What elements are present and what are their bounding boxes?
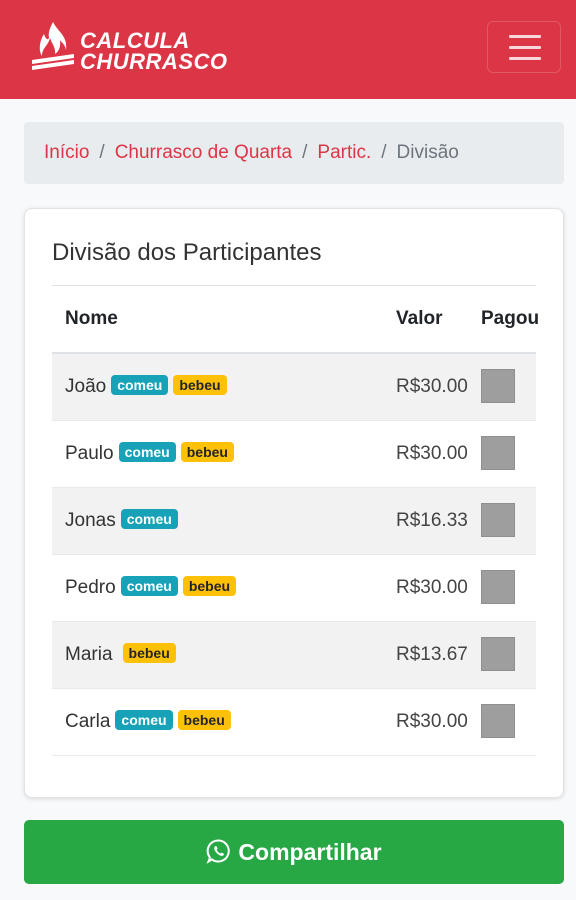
paid-checkbox[interactable] (481, 637, 515, 671)
participant-value: R$30.00 (396, 711, 468, 732)
share-button-label: Compartilhar (238, 839, 382, 865)
participant-cell: Jonas comeu (65, 488, 178, 554)
participant-cell: Carla comeu bebeu (65, 689, 231, 755)
navbar-toggler-button[interactable] (487, 21, 561, 73)
breadcrumb-link-participantes[interactable]: Partic. (317, 142, 371, 163)
badge-bebeu: bebeu (177, 709, 231, 730)
participant-value: R$13.67 (396, 644, 468, 665)
column-header-valor: Valor (396, 308, 443, 329)
participant-cell: João comeu bebeu (65, 354, 227, 420)
badge-comeu: comeu (115, 709, 173, 730)
share-button[interactable]: Compartilhar (24, 820, 564, 884)
participant-value: R$16.33 (396, 510, 468, 531)
participant-value: R$30.00 (396, 443, 468, 464)
breadcrumb-current: Divisão (396, 142, 459, 163)
table-row: Pedro comeu bebeu R$30.00 (52, 555, 536, 622)
breadcrumb: Início / Churrasco de Quarta / Partic. / Divis… (24, 122, 564, 184)
table-row: João comeu bebeu R$30.00 (52, 354, 536, 421)
badge-comeu: comeu (118, 441, 176, 462)
table-body: João comeu bebeu R$30.00 Paulo comeu bebeu R$30… (52, 354, 536, 756)
brand-name: CALCULA CHURRASCO (80, 28, 280, 74)
brand-line-1: CALCULA (80, 28, 190, 53)
breadcrumb-separator: / (302, 142, 308, 163)
badge-bebeu: bebeu (173, 374, 227, 395)
participant-name: João (65, 376, 107, 397)
badge-bebeu: bebeu (182, 575, 237, 596)
paid-checkbox[interactable] (481, 570, 515, 604)
card-title: Divisão dos Participantes (52, 239, 322, 266)
paid-checkbox[interactable] (481, 436, 515, 470)
participant-cell: Maria bebeu (65, 622, 176, 688)
column-header-pagou: Pagou (481, 308, 540, 329)
participant-cell: Pedro comeu bebeu (65, 555, 237, 621)
table-row: Maria bebeu R$13.67 (52, 622, 536, 689)
column-header-nome: Nome (65, 308, 118, 329)
paid-checkbox[interactable] (481, 704, 515, 738)
participant-name: Paulo (65, 443, 114, 464)
navbar: CALCULA CHURRASCO (0, 0, 576, 99)
paid-checkbox[interactable] (481, 369, 515, 403)
paid-checkbox[interactable] (481, 503, 515, 537)
brand-line-2: CHURRASCO (80, 49, 228, 74)
breadcrumb-separator: / (99, 142, 105, 163)
participant-name: Jonas (65, 510, 116, 531)
badge-bebeu: bebeu (180, 441, 234, 462)
breadcrumb-link-churrasco[interactable]: Churrasco de Quarta (115, 142, 292, 163)
participant-name: Maria (65, 644, 113, 665)
table-row: Carla comeu bebeu R$30.00 (52, 689, 536, 756)
badge-comeu: comeu (120, 508, 178, 529)
participants-table: Nome Valor Pagou João comeu bebeu R$30.00 Pa… (52, 285, 540, 756)
page-content: Início / Churrasco de Quarta / Partic. / Divis… (0, 99, 576, 900)
division-card: Divisão dos Participantes Nome Valor Pag… (24, 208, 564, 798)
badge-bebeu: bebeu (122, 642, 176, 663)
table-header: Nome Valor Pagou (52, 285, 540, 354)
table-row: Paulo comeu bebeu R$30.00 (52, 421, 536, 488)
participant-name: Pedro (65, 577, 116, 598)
participant-value: R$30.00 (396, 376, 468, 397)
flame-icon (32, 22, 74, 70)
badge-comeu: comeu (120, 575, 178, 596)
participant-value: R$30.00 (396, 577, 468, 598)
participant-cell: Paulo comeu bebeu (65, 421, 234, 487)
whatsapp-icon (206, 839, 231, 864)
breadcrumb-link-inicio[interactable]: Início (44, 142, 89, 163)
table-row: Jonas comeu R$16.33 (52, 488, 536, 555)
participant-name: Carla (65, 711, 111, 732)
badge-comeu: comeu (111, 374, 169, 395)
breadcrumb-separator: / (381, 142, 387, 163)
